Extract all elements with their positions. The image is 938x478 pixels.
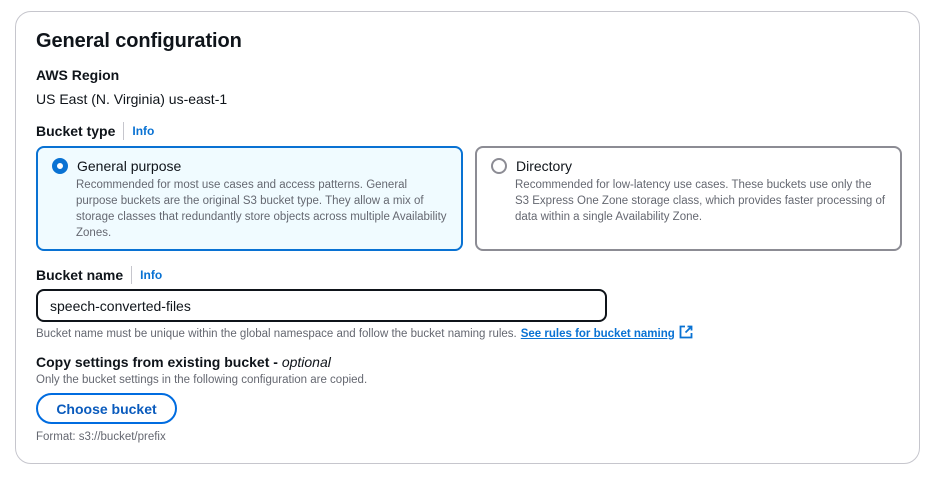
bucket-type-option-directory[interactable]: Directory Recommended for low-latency us… — [475, 146, 902, 251]
option-description: Recommended for low-latency use cases. T… — [515, 179, 886, 223]
radio-selected-icon[interactable] — [52, 158, 68, 174]
bucket-name-label: Bucket name — [36, 267, 124, 283]
general-configuration-panel: General configuration AWS Region US East… — [15, 11, 920, 464]
section-title: General configuration — [36, 30, 242, 52]
rules-link-text[interactable]: See rules for bucket naming — [521, 328, 675, 340]
option-description: Recommended for most use cases and acces… — [76, 179, 447, 239]
bucket-name-label-row: Bucket name Info — [36, 265, 162, 285]
copy-settings-label: Copy settings from existing bucket - opt… — [36, 354, 331, 370]
bucket-type-label-row: Bucket type Info — [36, 121, 154, 141]
bucket-name-input[interactable] — [36, 289, 607, 322]
format-hint: Format: s3://bucket/prefix — [36, 431, 166, 443]
aws-region-value: US East (N. Virginia) us-east-1 — [36, 91, 228, 107]
bucket-type-label: Bucket type — [36, 123, 116, 139]
divider — [123, 122, 125, 140]
bucket-type-option-general-purpose[interactable]: General purpose Recommended for most use… — [36, 146, 463, 251]
bucket-name-hint: Bucket name must be unique within the gl… — [36, 325, 693, 342]
copy-settings-label-text: Copy settings from existing bucket - — [36, 354, 282, 370]
choose-bucket-button[interactable]: Choose bucket — [36, 393, 177, 424]
optional-tag: optional — [281, 354, 331, 370]
option-title: Directory — [516, 158, 573, 174]
radio-unselected-icon[interactable] — [491, 158, 507, 174]
divider — [131, 266, 133, 284]
bucket-naming-rules-link[interactable]: See rules for bucket naming — [521, 325, 693, 342]
bucket-name-info-link[interactable]: Info — [140, 268, 162, 282]
bucket-name-hint-text: Bucket name must be unique within the gl… — [36, 327, 517, 340]
external-link-icon[interactable] — [679, 325, 693, 342]
bucket-type-info-link[interactable]: Info — [132, 124, 154, 138]
copy-settings-hint: Only the bucket settings in the followin… — [36, 374, 368, 386]
aws-region-label: AWS Region — [36, 67, 120, 83]
option-title: General purpose — [77, 158, 182, 174]
